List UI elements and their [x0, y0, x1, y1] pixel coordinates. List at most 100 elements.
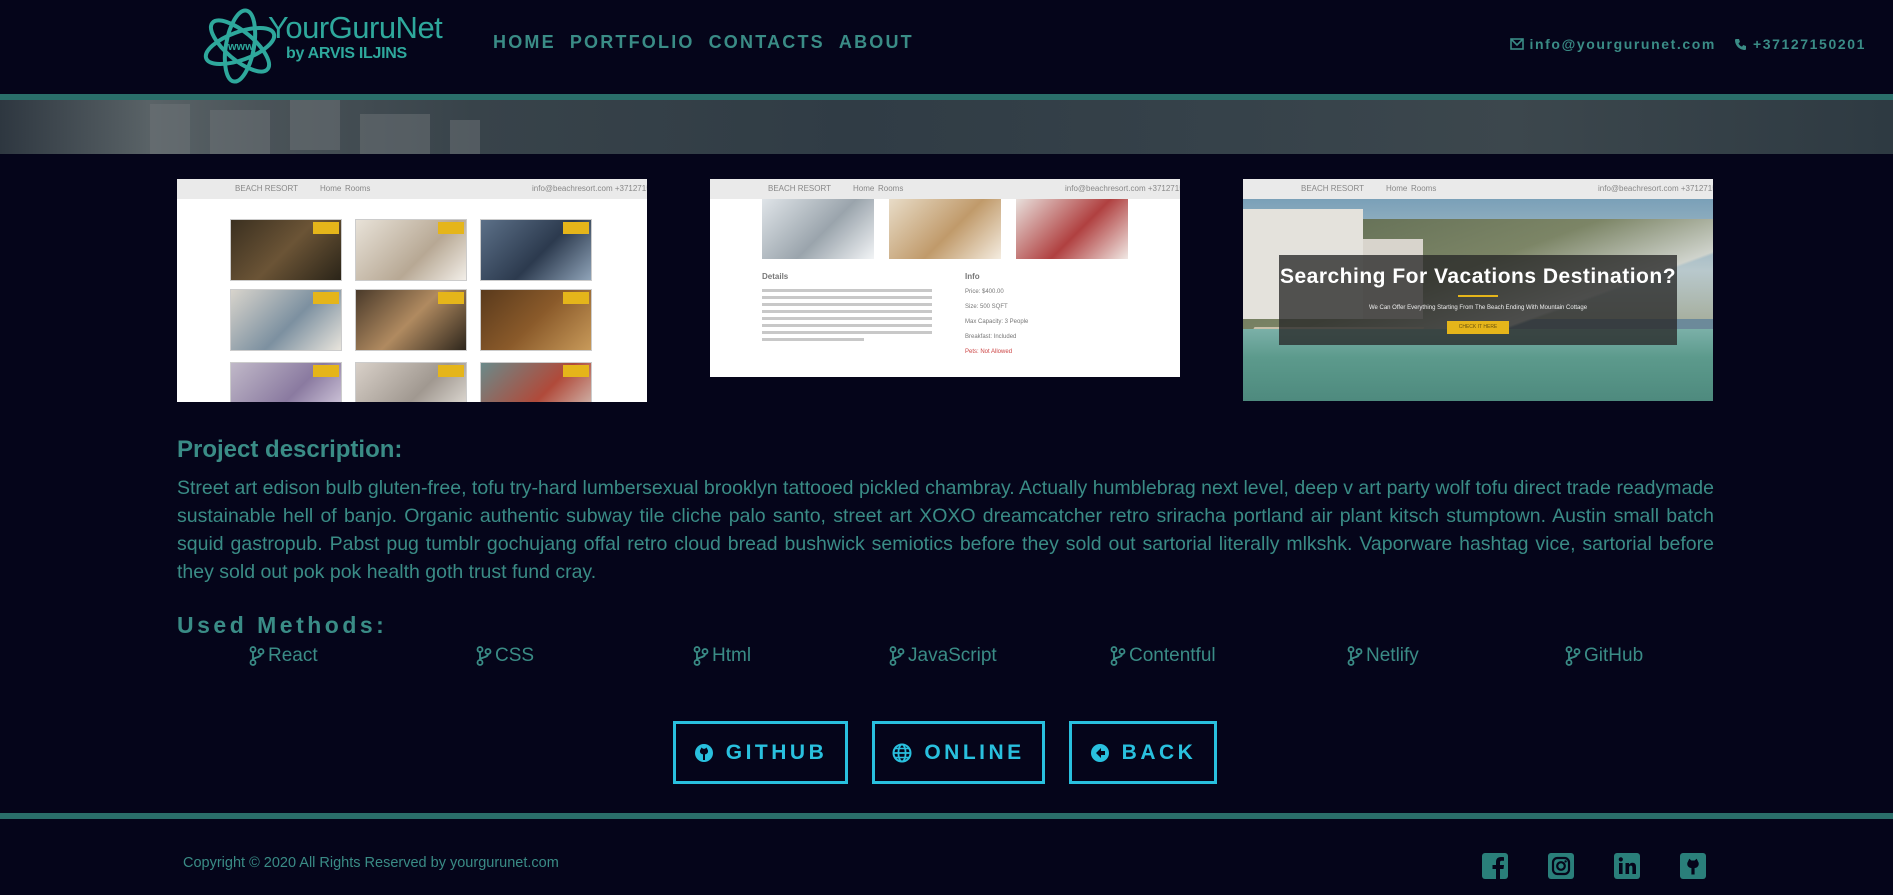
used-methods-title: Used Methods:: [177, 612, 388, 638]
method-html: Html: [693, 645, 751, 667]
screenshot-contact: info@beachresort.com +37127150201: [532, 184, 647, 193]
contact-phone-text: +37127150201: [1752, 36, 1866, 52]
info-heading: Info: [965, 272, 980, 281]
screenshot-topbar: BEACH RESORT Home Rooms info@beachresort…: [1243, 179, 1713, 199]
screenshot-nav-rooms: Rooms: [878, 184, 904, 193]
github-icon[interactable]: [1679, 852, 1707, 880]
room-card: [355, 362, 467, 402]
screenshot-contact: info@beachresort.com +37127150201: [1065, 184, 1180, 193]
contact-email-text: info@yourgurunet.com: [1529, 36, 1716, 52]
screenshot-brand: BEACH RESORT: [235, 184, 298, 193]
room-card: [480, 362, 592, 402]
method-label: CSS: [495, 645, 535, 666]
envelope-icon: [1509, 38, 1524, 50]
info-line: Breakfast: Included: [965, 334, 1017, 340]
room-photo: [889, 199, 1001, 259]
screenshot-nav-home: Home: [320, 184, 342, 193]
room-card: [230, 289, 342, 351]
screenshot-brand: BEACH RESORT: [1301, 184, 1364, 193]
hero-overlay-box: Searching For Vacations Destination? We …: [1279, 255, 1677, 345]
code-branch-icon: [1565, 646, 1581, 666]
back-button[interactable]: BACK: [1069, 721, 1217, 784]
globe-icon: [892, 743, 912, 762]
info-line: Max Capacity: 3 People: [965, 319, 1029, 325]
contact-email[interactable]: info@yourgurunet.com: [1509, 36, 1716, 52]
back-button-label: BACK: [1121, 740, 1197, 764]
project-description-title: Project description:: [177, 436, 403, 463]
method-label: JavaScript: [908, 645, 997, 666]
screenshot-nav-rooms: Rooms: [345, 184, 371, 193]
instagram-icon[interactable]: [1547, 852, 1575, 880]
method-javascript: JavaScript: [889, 645, 997, 667]
room-card: [480, 289, 592, 351]
room-card: [230, 362, 342, 402]
main-nav: HOME PORTFOLIO CONTACTS ABOUT: [493, 32, 914, 53]
project-screenshot-rooms[interactable]: BEACH RESORT Home Rooms info@beachresort…: [177, 179, 647, 402]
logo-monogram: www: [227, 41, 254, 53]
project-description-text: Street art edison bulb gluten-free, tofu…: [177, 477, 1714, 583]
screenshot-topbar: BEACH RESORT Home Rooms info@beachresort…: [710, 179, 1180, 199]
method-label: Html: [712, 645, 752, 666]
hero-button-label: CHECK IT HERE: [1458, 324, 1498, 330]
method-label: React: [268, 645, 318, 666]
method-netlify: Netlify: [1347, 645, 1419, 667]
hero-subtitle: We Can Offer Everything Starting From Th…: [1368, 305, 1588, 311]
room-card: [355, 289, 467, 351]
details-text: [762, 289, 932, 345]
room-card: [355, 219, 467, 281]
hero-button: CHECK IT HERE: [1447, 321, 1509, 334]
github-button[interactable]: GITHUB: [673, 721, 848, 784]
method-contentful: Contentful: [1110, 645, 1216, 667]
code-branch-icon: [1347, 646, 1363, 666]
github-icon: [694, 743, 713, 762]
logo-byline: by ARVIS ILJINS: [286, 45, 407, 62]
online-button-label: ONLINE: [924, 740, 1025, 764]
screenshot-nav-rooms: Rooms: [1411, 184, 1437, 193]
copyright-text: Copyright © 2020 All Rights Reserved by …: [183, 855, 559, 871]
header-contacts: info@yourgurunet.com +37127150201: [1509, 36, 1866, 52]
arrow-circle-left-icon: [1090, 743, 1109, 762]
online-button[interactable]: ONLINE: [872, 721, 1045, 784]
room-photo: [762, 199, 874, 259]
linkedin-icon[interactable]: [1613, 852, 1641, 880]
screenshot-nav-home: Home: [853, 184, 875, 193]
code-branch-icon: [889, 646, 905, 666]
nav-contacts[interactable]: CONTACTS: [709, 32, 825, 53]
screenshot-nav-home: Home: [1386, 184, 1408, 193]
info-line: Size: 500 SQFT: [965, 304, 1008, 310]
site-header: www YourGuruNet by ARVIS ILJINS HOME POR…: [0, 0, 1893, 96]
logo[interactable]: www YourGuruNet by ARVIS ILJINS: [200, 8, 443, 84]
screenshot-contact: info@beachresort.com +37127150201: [1598, 184, 1713, 193]
github-button-label: GITHUB: [725, 740, 828, 764]
room-photo: [1016, 199, 1128, 259]
project-screenshot-hero[interactable]: BEACH RESORT Home Rooms info@beachresort…: [1243, 179, 1713, 401]
hero-title: Searching For Vacations Destination?: [1279, 265, 1677, 288]
hero-divider: [1458, 295, 1498, 297]
method-label: GitHub: [1584, 645, 1644, 666]
hero-banner-image: [0, 100, 1893, 154]
project-screenshot-room-details[interactable]: BEACH RESORT Home Rooms info@beachresort…: [710, 179, 1180, 377]
room-card: [480, 219, 592, 281]
method-css: CSS: [476, 645, 534, 667]
method-label: Contentful: [1129, 645, 1216, 666]
footer-divider: [0, 813, 1893, 819]
contact-phone[interactable]: +37127150201: [1734, 36, 1866, 52]
facebook-icon[interactable]: [1481, 852, 1509, 880]
room-card: [230, 219, 342, 281]
nav-home[interactable]: HOME: [493, 32, 556, 53]
details-heading: Details: [762, 272, 789, 281]
screenshot-topbar: BEACH RESORT Home Rooms info@beachresort…: [177, 179, 647, 199]
code-branch-icon: [249, 646, 265, 666]
method-github: GitHub: [1565, 645, 1643, 667]
info-line: Pets: Not Allowed: [965, 349, 1013, 355]
method-label: Netlify: [1366, 645, 1419, 666]
method-react: React: [249, 645, 318, 667]
logo-name: YourGuruNet: [268, 10, 443, 45]
code-branch-icon: [693, 646, 709, 666]
nav-about[interactable]: ABOUT: [839, 32, 914, 53]
code-branch-icon: [476, 646, 492, 666]
nav-portfolio[interactable]: PORTFOLIO: [570, 32, 695, 53]
info-line: Price: $400.00: [965, 289, 1004, 295]
phone-icon: [1734, 38, 1746, 50]
screenshot-brand: BEACH RESORT: [768, 184, 831, 193]
